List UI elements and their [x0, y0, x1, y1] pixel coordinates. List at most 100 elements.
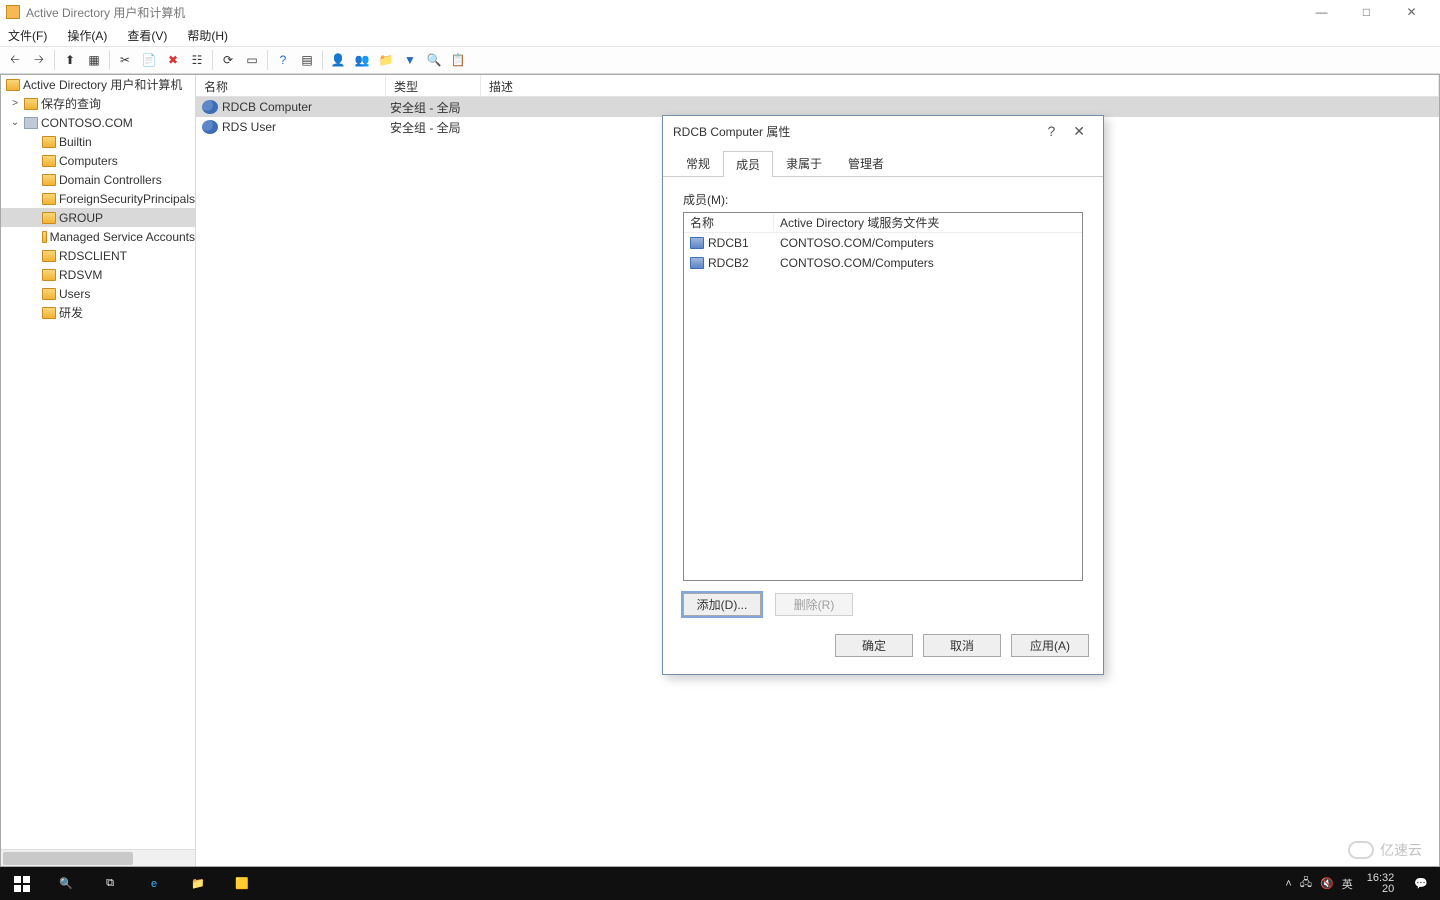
taskbar-explorer-icon[interactable]: 📁	[176, 867, 220, 900]
window-title: Active Directory 用户和计算机	[26, 4, 185, 21]
dialog-help-button[interactable]: ?	[1037, 123, 1065, 139]
taskbar-ie-icon[interactable]: e	[132, 867, 176, 900]
tree-item-rdsvm[interactable]: RDSVM	[1, 265, 195, 284]
close-button[interactable]: ✕	[1389, 0, 1434, 24]
folder-icon	[42, 136, 56, 148]
tree-root-label: Active Directory 用户和计算机	[23, 76, 182, 93]
collapse-icon[interactable]: ⌄	[9, 117, 21, 128]
member-row[interactable]: RDCB1 CONTOSO.COM/Computers	[684, 233, 1082, 253]
tree-item-label: Domain Controllers	[59, 173, 162, 187]
expand-icon[interactable]: >	[9, 98, 21, 109]
list-body[interactable]: RDCB Computer安全组 - 全局RDS User安全组 - 全局 RD…	[196, 97, 1439, 866]
tree-item-label: RDSVM	[59, 268, 102, 282]
tray-network-icon[interactable]: 🖧	[1300, 874, 1312, 893]
dialog-tabs: 常规 成员 隶属于 管理者	[663, 146, 1103, 177]
tree-item-研发[interactable]: 研发	[1, 303, 195, 322]
maximize-button[interactable]: □	[1344, 0, 1389, 24]
folder-icon	[6, 79, 20, 91]
new-ou-icon[interactable]: 📁	[375, 49, 397, 71]
tree-item-builtin[interactable]: Builtin	[1, 132, 195, 151]
copy-button[interactable]: 📄	[138, 49, 160, 71]
tree-saved-queries[interactable]: > 保存的查询	[1, 94, 195, 113]
search-button[interactable]: 🔍	[44, 867, 88, 900]
menu-action[interactable]: 操作(A)	[63, 25, 111, 46]
menu-file[interactable]: 文件(F)	[4, 25, 51, 46]
result-list: 名称 类型 描述 RDCB Computer安全组 - 全局RDS User安全…	[196, 75, 1439, 866]
find-icon[interactable]: 🔍	[423, 49, 445, 71]
tray-volume-icon[interactable]: 🔇	[1320, 877, 1334, 890]
taskbar-app-icon[interactable]: 🟨	[220, 867, 264, 900]
dialog-title: RDCB Computer 属性	[673, 123, 790, 140]
list-row[interactable]: RDCB Computer安全组 - 全局	[196, 97, 1439, 117]
window-titlebar: Active Directory 用户和计算机 — □ ✕	[0, 0, 1440, 24]
system-tray[interactable]: ˄ 🖧 🔇 英 16:32 20 💬	[1285, 873, 1440, 895]
member-row[interactable]: RDCB2CONTOSO.COM/Computers	[684, 253, 1082, 273]
new-group-icon[interactable]: 👥	[351, 49, 373, 71]
refresh-button[interactable]: ⟳	[217, 49, 239, 71]
scope-tree[interactable]: Active Directory 用户和计算机 > 保存的查询 ⌄ CONTOS…	[1, 75, 196, 866]
properties-button[interactable]: ☷	[186, 49, 208, 71]
filter-icon[interactable]: ▼	[399, 49, 421, 71]
dialog-body: 成员(M): 名称 Active Directory 域服务文件夹 RDCB1C…	[663, 177, 1103, 626]
new-user-icon[interactable]: 👤	[327, 49, 349, 71]
up-button[interactable]: ⬆	[59, 49, 81, 71]
tab-general[interactable]: 常规	[673, 150, 723, 176]
work-area: Active Directory 用户和计算机 > 保存的查询 ⌄ CONTOS…	[0, 74, 1440, 867]
folder-icon	[42, 231, 47, 243]
tree-scrollbar[interactable]	[1, 849, 195, 866]
separator	[212, 50, 213, 70]
forward-button[interactable]: 🡢	[28, 49, 50, 71]
menu-view[interactable]: 查看(V)	[123, 25, 171, 46]
members-col-name[interactable]: 名称	[684, 214, 774, 231]
member-name: RDCB1	[708, 236, 749, 250]
show-hide-tree-button[interactable]: ▦	[83, 49, 105, 71]
toolbar-icon[interactable]: ▤	[296, 49, 318, 71]
tree-label: 保存的查询	[41, 95, 101, 112]
ime-indicator[interactable]: 英	[1342, 876, 1353, 892]
delete-button[interactable]: ✖	[162, 49, 184, 71]
tree-item-rdsclient[interactable]: RDSCLIENT	[1, 246, 195, 265]
tree-item-label: Users	[59, 287, 90, 301]
members-list[interactable]: 名称 Active Directory 域服务文件夹 RDCB1 CONTOSO.…	[683, 212, 1083, 581]
tree-item-foreignsecurityprincipals[interactable]: ForeignSecurityPrincipals	[1, 189, 195, 208]
menu-help[interactable]: 帮助(H)	[183, 25, 232, 46]
minimize-button[interactable]: —	[1299, 0, 1344, 24]
export-button[interactable]: ▭	[241, 49, 263, 71]
help-button[interactable]: ?	[272, 49, 294, 71]
members-col-folder[interactable]: Active Directory 域服务文件夹	[774, 214, 1082, 231]
col-desc[interactable]: 描述	[481, 75, 1439, 96]
tab-members[interactable]: 成员	[723, 151, 773, 177]
tab-managedby[interactable]: 管理者	[835, 150, 897, 176]
tree-item-managed service accounts[interactable]: Managed Service Accounts	[1, 227, 195, 246]
member-folder: CONTOSO.COM/Computers	[774, 236, 1082, 250]
taskbar[interactable]: 🔍 ⧉ e 📁 🟨 ˄ 🖧 🔇 英 16:32 20 💬	[0, 867, 1440, 900]
tree-root[interactable]: Active Directory 用户和计算机	[1, 75, 195, 94]
scrollbar-thumb[interactable]	[3, 852, 133, 865]
notifications-button[interactable]: 💬	[1408, 877, 1434, 890]
dialog-titlebar[interactable]: RDCB Computer 属性 ? ✕	[663, 116, 1103, 146]
taskbar-clock[interactable]: 16:32 20	[1361, 873, 1401, 895]
folder-icon	[42, 250, 56, 262]
col-type[interactable]: 类型	[386, 75, 481, 96]
tree-item-domain controllers[interactable]: Domain Controllers	[1, 170, 195, 189]
tree-item-group[interactable]: GROUP	[1, 208, 195, 227]
separator	[54, 50, 55, 70]
ok-button[interactable]: 确定	[835, 634, 913, 657]
col-name[interactable]: 名称	[196, 75, 386, 96]
add-criteria-icon[interactable]: 📋	[447, 49, 469, 71]
tab-memberof[interactable]: 隶属于	[773, 150, 835, 176]
apply-button[interactable]: 应用(A)	[1011, 634, 1089, 657]
tray-chevron-icon[interactable]: ˄	[1285, 878, 1291, 890]
dialog-close-button[interactable]: ✕	[1065, 123, 1093, 140]
tree-item-computers[interactable]: Computers	[1, 151, 195, 170]
back-button[interactable]: 🡠	[4, 49, 26, 71]
clock-year: 20	[1382, 884, 1394, 895]
add-button[interactable]: 添加(D)...	[683, 593, 761, 616]
start-button[interactable]	[0, 867, 44, 900]
cancel-button[interactable]: 取消	[923, 634, 1001, 657]
group-icon	[202, 120, 218, 134]
tree-item-users[interactable]: Users	[1, 284, 195, 303]
tree-domain[interactable]: ⌄ CONTOSO.COM	[1, 113, 195, 132]
task-view-button[interactable]: ⧉	[88, 867, 132, 900]
cut-button[interactable]: ✂	[114, 49, 136, 71]
